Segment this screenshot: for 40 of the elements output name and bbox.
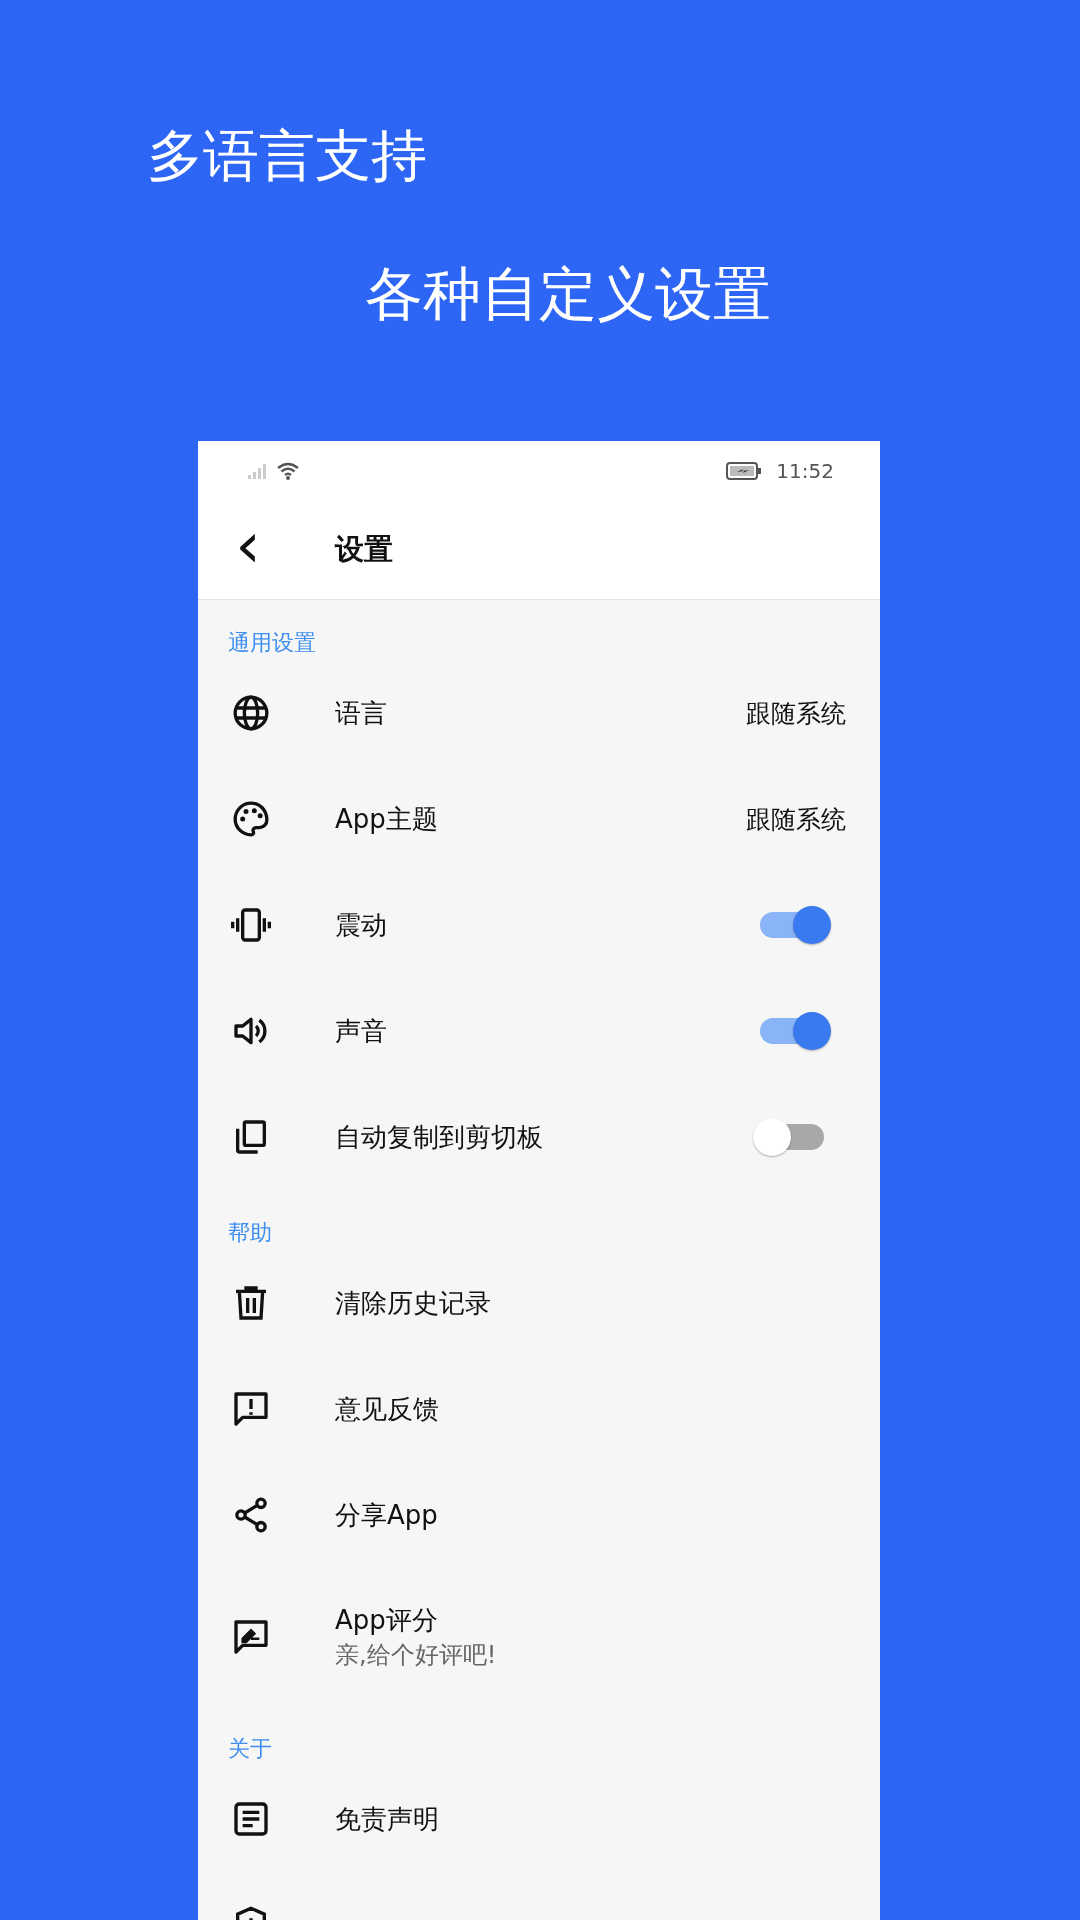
settings-item[interactable]: 语言 跟随系统 xyxy=(198,660,880,766)
settings-item[interactable]: 震动 xyxy=(198,872,880,978)
rate-review-icon xyxy=(231,1617,271,1657)
palette-icon xyxy=(231,799,271,839)
item-label: 震动 xyxy=(335,909,388,942)
section-header: 关于 xyxy=(228,1735,272,1763)
back-button[interactable]: ‹ xyxy=(218,513,278,587)
feedback-icon xyxy=(231,1389,271,1429)
document-icon xyxy=(231,1799,271,1839)
item-label: App评分 xyxy=(335,1604,439,1637)
battery-icon xyxy=(726,462,763,480)
item-value: 跟随系统 xyxy=(746,803,846,836)
item-label: 分享App xyxy=(335,1499,439,1532)
settings-item[interactable]: 分享App xyxy=(198,1462,880,1568)
page-title: 设置 xyxy=(335,531,393,568)
settings-item[interactable]: 清除历史记录 xyxy=(198,1250,880,1356)
settings-item[interactable]: App主题 跟随系统 xyxy=(198,766,880,872)
wifi-icon xyxy=(276,462,300,480)
item-label: 意见反馈 xyxy=(335,1393,440,1426)
settings-item[interactable]: App评分 亲,给个好评吧! xyxy=(198,1568,880,1706)
section-header: 通用设置 xyxy=(228,629,316,657)
item-label: 声音 xyxy=(335,1015,388,1048)
settings-item[interactable]: 意见反馈 xyxy=(198,1356,880,1462)
status-time: 11:52 xyxy=(776,459,834,483)
settings-item[interactable]: 声音 xyxy=(198,978,880,1084)
section-header: 帮助 xyxy=(228,1219,272,1247)
settings-item[interactable]: 免责声明 xyxy=(198,1766,880,1872)
headline: 多语言支持 xyxy=(147,122,427,190)
globe-icon xyxy=(231,693,271,733)
vibration-icon xyxy=(231,905,271,945)
item-subtitle: 亲,给个好评吧! xyxy=(335,1640,498,1671)
item-value: 跟随系统 xyxy=(746,697,846,730)
item-label: 语言 xyxy=(335,697,388,730)
item-label: 免责声明 xyxy=(335,1803,440,1836)
signal-icon xyxy=(248,463,268,479)
item-label: 清除历史记录 xyxy=(335,1287,492,1320)
settings-item[interactable]: 自动复制到剪切板 xyxy=(198,1084,880,1190)
headline: 各种自定义设置 xyxy=(365,259,771,330)
item-label: App主题 xyxy=(335,803,439,836)
item-label: 自动复制到剪切板 xyxy=(335,1121,544,1154)
